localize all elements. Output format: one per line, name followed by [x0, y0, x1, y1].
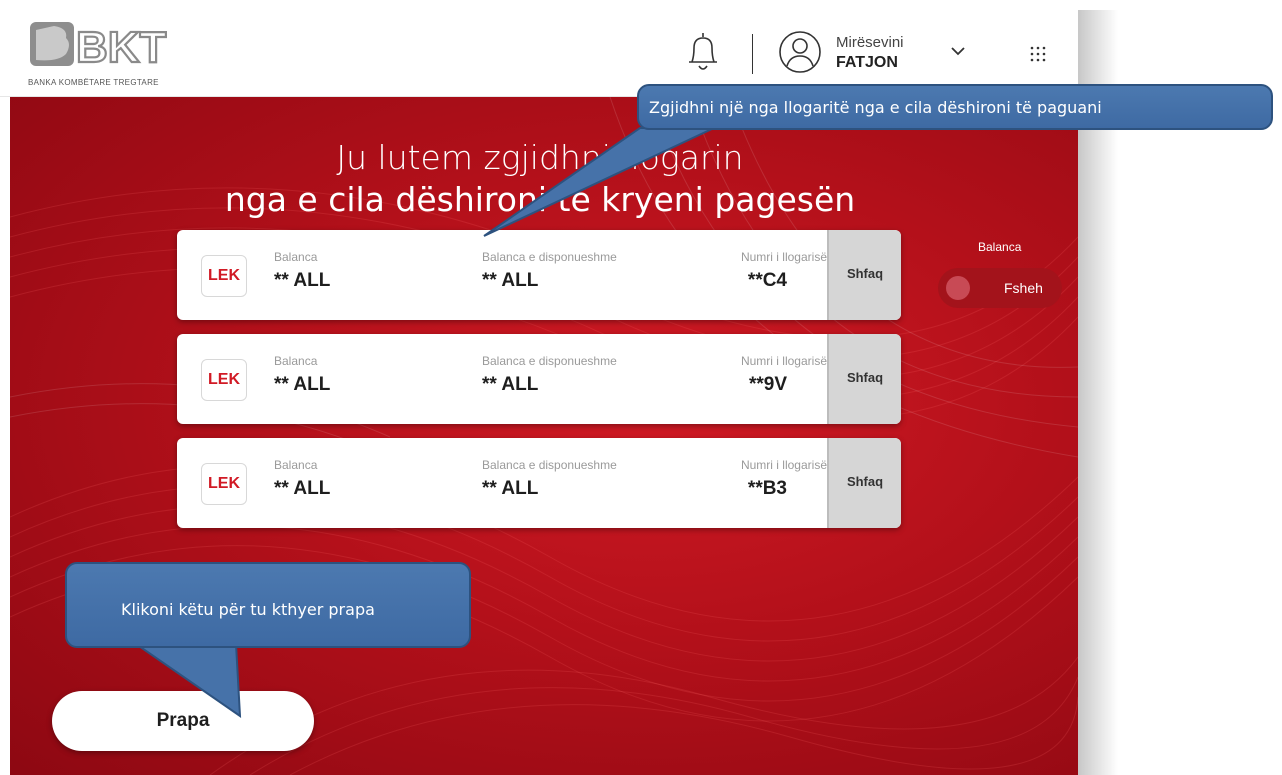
- top-header: BKT BANKA KOMBËTARE TREGTARE Mirësevini …: [0, 0, 1078, 97]
- available-balance-label: Balanca e disponueshme: [482, 250, 617, 264]
- logo-subtitle: BANKA KOMBËTARE TREGTARE: [28, 78, 159, 87]
- callout-pointer-1: [483, 127, 715, 237]
- account-number-value: **B3: [747, 478, 787, 499]
- user-avatar-icon[interactable]: [778, 30, 822, 74]
- balance-label: Balanca: [274, 354, 318, 368]
- toggle-state-text: Fsheh: [1004, 280, 1043, 296]
- available-balance-value: ** ALL: [482, 374, 539, 395]
- account-card-2[interactable]: LEK Balanca ** ALL Balanca e disponueshm…: [177, 334, 901, 424]
- account-number-label: Numri i llogarisë: [740, 354, 827, 368]
- currency-badge: LEK: [201, 463, 247, 505]
- balance-value: ** ALL: [274, 374, 331, 395]
- toggle-knob: [946, 276, 970, 300]
- apps-grid-icon[interactable]: [1030, 46, 1046, 62]
- callout-pointer-2: [132, 643, 242, 718]
- show-balance-button[interactable]: Shfaq: [827, 334, 901, 424]
- notification-bell-icon[interactable]: [686, 30, 720, 74]
- account-number-value: **9V: [748, 374, 787, 395]
- bkt-logo-mark: BKT: [30, 22, 168, 73]
- available-balance-label: Balanca e disponueshme: [482, 354, 617, 368]
- balance-value: ** ALL: [274, 270, 331, 291]
- chevron-down-icon[interactable]: [948, 44, 968, 58]
- bkt-logo[interactable]: BKT BANKA KOMBËTARE TREGTARE: [28, 16, 178, 88]
- account-number-value: **C4: [747, 270, 787, 291]
- available-balance-value: ** ALL: [482, 270, 539, 291]
- header-divider: [752, 34, 753, 74]
- greeting-text: Mirësevini: [836, 34, 904, 51]
- account-card-1[interactable]: LEK Balanca ** ALL Balanca e disponueshm…: [177, 230, 901, 320]
- show-balance-button[interactable]: Shfaq: [827, 230, 901, 320]
- balance-label: Balanca: [274, 250, 318, 264]
- account-card-3[interactable]: LEK Balanca ** ALL Balanca e disponueshm…: [177, 438, 901, 528]
- balance-toggle-label: Balanca: [978, 240, 1022, 254]
- available-balance-value: ** ALL: [482, 478, 539, 499]
- tooltip-go-back: Klikoni këtu për tu kthyer prapa: [65, 562, 471, 648]
- user-name: FATJON: [836, 54, 898, 71]
- currency-badge: LEK: [201, 255, 247, 297]
- balance-value: ** ALL: [274, 478, 331, 499]
- account-number-label: Numri i llogarisë: [740, 250, 827, 264]
- account-number-label: Numri i llogarisë: [740, 458, 827, 472]
- currency-badge: LEK: [201, 359, 247, 401]
- tooltip-select-account: Zgjidhni një nga llogaritë nga e cila dë…: [637, 84, 1273, 130]
- logo-text: BKT: [76, 23, 167, 72]
- balance-label: Balanca: [274, 458, 318, 472]
- balance-visibility-toggle[interactable]: Fsheh: [938, 268, 1062, 308]
- show-balance-button[interactable]: Shfaq: [827, 438, 901, 528]
- available-balance-label: Balanca e disponueshme: [482, 458, 617, 472]
